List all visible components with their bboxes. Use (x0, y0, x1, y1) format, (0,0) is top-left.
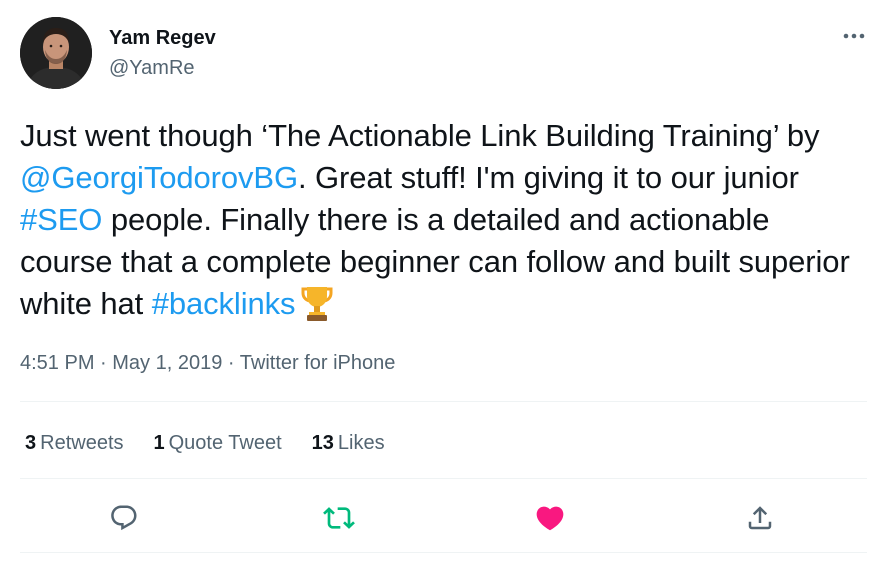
quote-tweets-count: 1 (153, 432, 165, 454)
meta-separator: · (94, 352, 113, 374)
meta-separator: · (222, 352, 240, 374)
retweets-label: Retweets (40, 432, 124, 454)
tweet-text-part: people. Finally there is a detailed and … (20, 202, 850, 321)
tweet-time[interactable]: 4:51 PM (20, 352, 94, 374)
tweet-text: Just went though ‘The Actionable Link Bu… (20, 115, 865, 325)
author-handle[interactable]: @YamRe (109, 56, 216, 80)
heart-icon (536, 506, 564, 531)
trophy-icon (299, 284, 335, 322)
divider (20, 552, 867, 553)
likes-stat[interactable]: 13 Likes (312, 430, 385, 456)
tweet-text-part: Just went though ‘The Actionable Link Bu… (20, 118, 820, 153)
retweets-count: 3 (25, 432, 37, 454)
quote-tweets-label: Quote Tweet (168, 432, 282, 454)
action-bar (20, 496, 867, 540)
reply-button[interactable] (102, 496, 146, 540)
hashtag-link[interactable]: #SEO (20, 202, 102, 237)
hashtag-link[interactable]: #backlinks (152, 286, 296, 321)
share-icon (748, 506, 772, 530)
divider (20, 401, 867, 402)
likes-count: 13 (311, 432, 334, 454)
retweets-stat[interactable]: 3 Retweets (25, 430, 124, 456)
likes-label: Likes (337, 432, 385, 454)
tweet-card: Yam Regev @YamRe Just went though ‘The A… (0, 0, 889, 578)
share-button[interactable] (738, 496, 782, 540)
tweet-meta: 4:51 PM · May 1, 2019 · Twitter for iPho… (20, 350, 395, 376)
author-name[interactable]: Yam Regev (109, 26, 216, 50)
divider (20, 478, 867, 479)
tweet-text-part: . Great stuff! I'm giving it to our juni… (298, 160, 799, 195)
avatar-image (20, 17, 92, 89)
reply-icon (111, 505, 137, 531)
tweet-source[interactable]: Twitter for iPhone (240, 352, 396, 374)
author-block: Yam Regev @YamRe (109, 26, 216, 80)
retweet-icon (323, 507, 355, 529)
more-options-button[interactable] (841, 26, 867, 46)
tweet-stats: 3 Retweets 1 Quote Tweet 13 Likes (25, 430, 385, 456)
like-button[interactable] (528, 496, 572, 540)
retweet-button[interactable] (317, 496, 361, 540)
more-icon (843, 33, 865, 39)
mention-link[interactable]: @GeorgiTodorovBG (20, 160, 298, 195)
avatar[interactable] (20, 17, 92, 89)
tweet-date[interactable]: May 1, 2019 (112, 352, 222, 374)
quote-tweets-stat[interactable]: 1 Quote Tweet (154, 430, 282, 456)
